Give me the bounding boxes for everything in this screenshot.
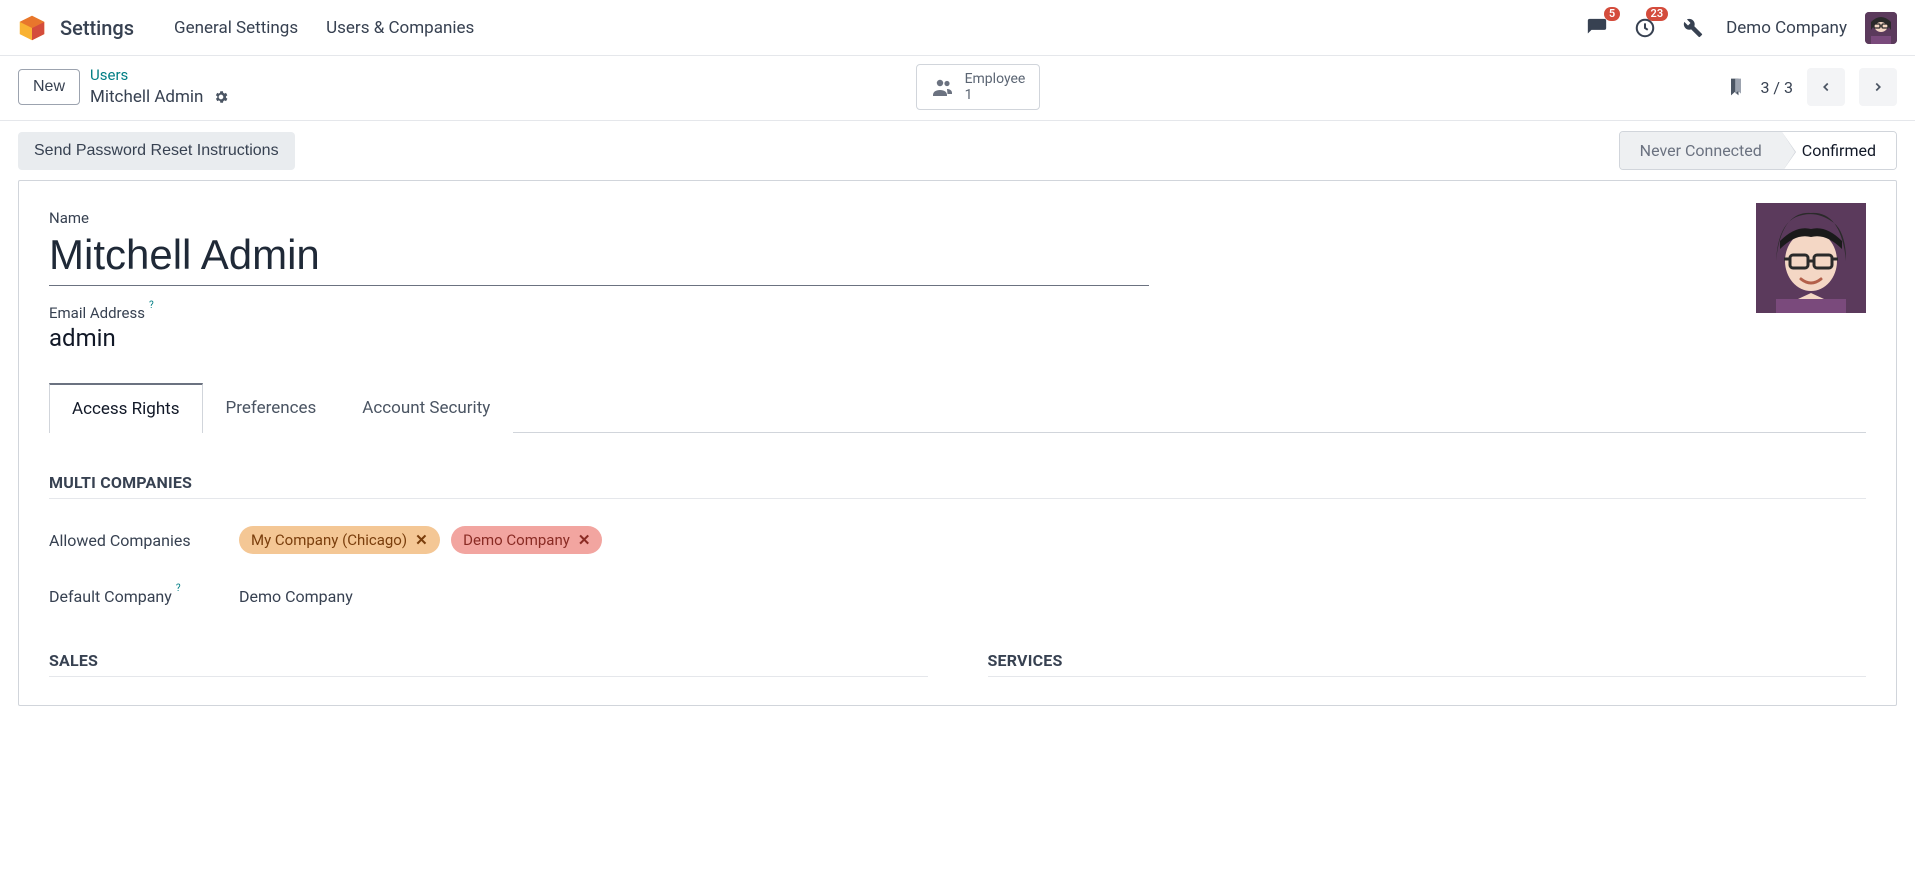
breadcrumb: Users Mitchell Admin <box>90 66 229 108</box>
new-button[interactable]: New <box>18 69 80 105</box>
control-panel: New Users Mitchell Admin Employee 1 3 / … <box>0 56 1915 121</box>
messages-badge: 5 <box>1604 7 1620 21</box>
section-title-services: SERVICES <box>988 651 1867 677</box>
user-photo[interactable] <box>1756 203 1866 313</box>
row-default-company: Default Company ? Demo Company <box>49 581 1866 611</box>
employee-stat-label: Employee <box>965 71 1026 87</box>
remove-icon[interactable]: ✕ <box>415 531 428 549</box>
tag-company-demo[interactable]: Demo Company ✕ <box>451 526 602 554</box>
name-label: Name <box>49 209 1866 227</box>
app-title[interactable]: Settings <box>60 16 134 40</box>
top-nav: Settings General Settings Users & Compan… <box>0 0 1915 56</box>
breadcrumb-current: Mitchell Admin <box>90 86 203 108</box>
action-bar: Send Password Reset Instructions Never C… <box>0 121 1915 180</box>
activities-icon[interactable]: 23 <box>1630 13 1660 43</box>
tools-icon[interactable] <box>1678 13 1708 43</box>
bookmark-icon[interactable] <box>1726 76 1746 98</box>
status-never-connected[interactable]: Never Connected <box>1620 132 1782 169</box>
row-allowed-companies: Allowed Companies My Company (Chicago) ✕… <box>49 525 1866 555</box>
tag-company-chicago[interactable]: My Company (Chicago) ✕ <box>239 526 440 554</box>
status-confirmed[interactable]: Confirmed <box>1782 132 1896 169</box>
form-sheet: Name Email Address ? admin Access Rights… <box>18 180 1897 706</box>
employee-stat-count: 1 <box>965 87 1026 103</box>
tab-account-security[interactable]: Account Security <box>339 383 513 433</box>
email-field-group: Email Address ? admin <box>49 304 1866 352</box>
allowed-companies-tags[interactable]: My Company (Chicago) ✕ Demo Company ✕ <box>239 526 610 554</box>
messages-icon[interactable]: 5 <box>1582 13 1612 43</box>
tabs: Access Rights Preferences Account Securi… <box>49 382 1866 433</box>
pager-prev-button[interactable] <box>1807 68 1845 106</box>
name-field-group: Name <box>49 209 1866 286</box>
breadcrumb-parent[interactable]: Users <box>90 66 229 86</box>
status-bar: Never Connected Confirmed <box>1619 131 1897 170</box>
default-company-help-icon[interactable]: ? <box>176 583 181 594</box>
section-services: SERVICES <box>988 651 1867 677</box>
pager-next-button[interactable] <box>1859 68 1897 106</box>
section-multi-companies: MULTI COMPANIES Allowed Companies My Com… <box>49 473 1866 611</box>
user-avatar[interactable] <box>1865 12 1897 44</box>
remove-icon[interactable]: ✕ <box>578 531 591 549</box>
tag-label: My Company (Chicago) <box>251 531 407 549</box>
tab-preferences[interactable]: Preferences <box>203 383 340 433</box>
email-help-icon[interactable]: ? <box>149 300 154 311</box>
name-input[interactable] <box>49 229 1149 286</box>
label-default-company: Default Company <box>49 587 172 606</box>
section-sales: SALES <box>49 651 928 677</box>
label-allowed-companies: Allowed Companies <box>49 531 219 550</box>
app-logo-icon[interactable] <box>18 14 46 42</box>
gear-icon[interactable] <box>213 89 229 105</box>
company-switcher[interactable]: Demo Company <box>1726 18 1847 38</box>
tag-label: Demo Company <box>463 531 570 549</box>
nav-users-companies[interactable]: Users & Companies <box>312 12 488 44</box>
employee-stat-button[interactable]: Employee 1 <box>916 64 1041 110</box>
section-title-multi-companies: MULTI COMPANIES <box>49 473 1866 499</box>
send-password-reset-button[interactable]: Send Password Reset Instructions <box>18 132 295 170</box>
email-value[interactable]: admin <box>49 324 1866 352</box>
section-title-sales: SALES <box>49 651 928 677</box>
users-icon <box>931 75 955 99</box>
value-default-company[interactable]: Demo Company <box>239 587 353 606</box>
tab-access-rights[interactable]: Access Rights <box>49 383 203 433</box>
email-label: Email Address <box>49 304 145 322</box>
activities-badge: 23 <box>1646 7 1669 21</box>
nav-general-settings[interactable]: General Settings <box>160 12 312 44</box>
pager-text[interactable]: 3 / 3 <box>1760 78 1793 97</box>
